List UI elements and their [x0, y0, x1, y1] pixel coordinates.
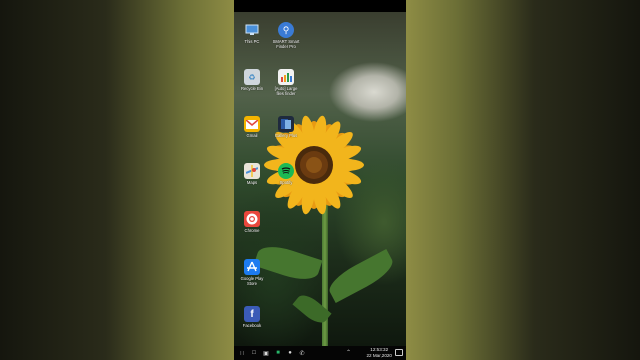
desktop-icon-this-pc[interactable]: This PC: [237, 22, 267, 44]
desktop-icon-chrome[interactable]: Chrome: [237, 211, 267, 233]
icon-label: Spotify: [279, 180, 293, 185]
icon-label: This PC: [244, 39, 260, 44]
task-view-icon[interactable]: ▣: [262, 350, 270, 357]
facebook-icon: f: [244, 306, 260, 322]
icon-label: Google Play Store: [240, 276, 264, 286]
clock-date: 22 Mar,2020: [366, 352, 392, 358]
magnifier-icon: ⚲: [278, 22, 294, 38]
clock-time: 12:53:32: [370, 347, 389, 352]
chevron-up-icon[interactable]: ⌃: [346, 349, 351, 356]
desktop-icon-smart-finder[interactable]: ⚲ SMART Smart Finder Pro: [271, 22, 301, 49]
icon-label: Recycle Bin: [240, 86, 264, 91]
sunflower-leaf: [324, 248, 398, 304]
desktop-icon-recycle-bin[interactable]: ♻ Recycle Bin: [237, 69, 267, 91]
icon-label: Maps: [246, 180, 258, 185]
phone-icon[interactable]: ✆: [298, 350, 306, 357]
status-bar: [234, 0, 406, 12]
desktop-icon-gmail[interactable]: Gmail: [237, 116, 267, 138]
app-store-icon: [244, 259, 260, 275]
desktop-icon-large-files[interactable]: [Auto] Large files finder: [271, 69, 301, 96]
spotify-icon: [278, 163, 294, 179]
left-blur-background: [0, 0, 235, 360]
clock[interactable]: 12:53:32 22 Mar,2020: [366, 347, 392, 358]
icon-label: Chrome: [244, 228, 260, 233]
desktop-icon-facebook[interactable]: f Facebook: [237, 306, 267, 328]
icon-label: Gallery Plus: [274, 133, 298, 138]
phone-screen: This PC ⚲ SMART Smart Finder Pro ♻ Recyc…: [234, 0, 406, 360]
monitor-icon: [244, 22, 260, 38]
taskbar: ∷ □ ▣ ■ ● ✆ ⌃ 12:53:32 22 Mar,2020: [234, 346, 406, 360]
chat-icon[interactable]: ●: [286, 350, 294, 356]
gallery-icon: [278, 116, 294, 132]
window-icon[interactable]: □: [250, 350, 258, 356]
recycle-bin-icon: ♻: [244, 69, 260, 85]
gmail-icon: [244, 116, 260, 132]
app-green-icon[interactable]: ■: [274, 350, 282, 356]
desktop-icon-gallery[interactable]: Gallery Plus: [271, 116, 301, 138]
icon-label: [Auto] Large files finder: [274, 86, 298, 96]
icon-label: Gmail: [246, 133, 258, 138]
desktop-icon-maps[interactable]: Maps: [237, 163, 267, 185]
desktop-icon-spotify[interactable]: Spotify: [271, 163, 301, 185]
icon-label: SMART Smart Finder Pro: [272, 39, 300, 49]
right-blur-background: [405, 0, 640, 360]
grid-menu-icon[interactable]: ∷: [238, 350, 246, 357]
desktop-icon-app-store[interactable]: Google Play Store: [237, 259, 267, 286]
notification-icon[interactable]: [395, 349, 403, 356]
bar-chart-icon: [278, 69, 294, 85]
maps-icon: [244, 163, 260, 179]
icon-label: Facebook: [242, 323, 262, 328]
chrome-icon: [244, 211, 260, 227]
